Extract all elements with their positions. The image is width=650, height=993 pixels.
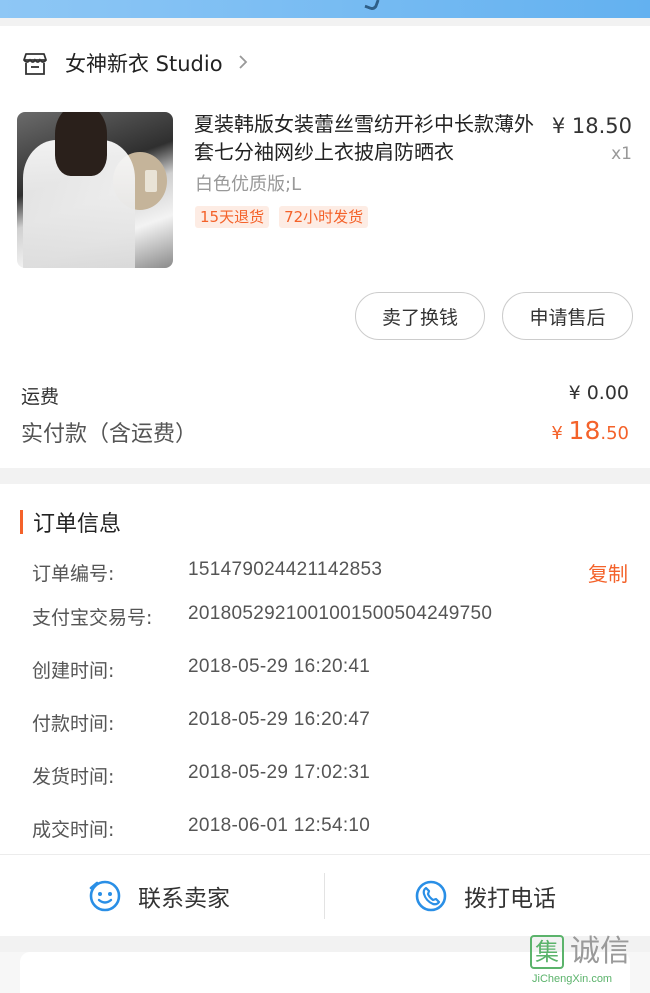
shop-row[interactable]: 女神新衣 Studio — [0, 26, 650, 102]
info-value: 2018-05-29 16:20:47 — [188, 709, 371, 730]
info-key: 付款时间: — [32, 713, 115, 735]
order-info-title: 订单信息 — [20, 506, 121, 538]
accent-bar — [20, 510, 23, 534]
call-phone-label: 拨打电话 — [464, 886, 556, 912]
info-row-order-number: 订单编号: 151479024421142853 — [32, 559, 632, 587]
product-price: ¥ 18.50 — [551, 114, 632, 138]
info-value: 2018-05-29 17:02:31 — [188, 762, 371, 783]
shop-name: 女神新衣 Studio — [65, 52, 223, 76]
paid-decimal: .50 — [600, 423, 629, 444]
call-phone-button[interactable]: 拨打电话 — [414, 855, 556, 937]
paid-integer: 18 — [568, 416, 601, 445]
contact-seller-label: 联系卖家 — [138, 886, 230, 912]
watermark-logo: 集 — [530, 935, 564, 969]
info-key: 成交时间: — [32, 819, 115, 841]
shipping-label: 运费 — [21, 386, 60, 408]
phone-icon — [415, 880, 447, 912]
site-watermark: 集 诚信 JiChengXin.com — [530, 935, 648, 991]
header-glyph — [364, 0, 380, 12]
chevron-right-icon — [239, 55, 248, 69]
copy-button[interactable]: 复制 — [588, 558, 628, 587]
info-value: 2018052921001001500504249750 — [188, 603, 493, 624]
info-value: 2018-06-01 12:54:10 — [188, 815, 371, 836]
info-row-paid: 付款时间: 2018-05-29 16:20:47 — [32, 709, 632, 737]
info-value: 2018-05-29 16:20:41 — [188, 656, 371, 677]
paid-currency: ¥ — [551, 423, 569, 444]
info-row-created: 创建时间: 2018-05-29 16:20:41 — [32, 656, 632, 684]
order-info-card: 订单信息 订单编号: 151479024421142853 复制 支付宝交易号:… — [0, 484, 650, 854]
order-card: 女神新衣 Studio 夏装韩版女装蕾丝雪纺开衫中长款薄外套七分袖网纱上衣披肩防… — [0, 26, 650, 468]
info-row-alipay-number: 支付宝交易号: 2018052921001001500504249750 — [32, 603, 632, 631]
contact-seller-button[interactable]: 联系卖家 — [88, 855, 230, 937]
shop-icon — [23, 53, 47, 75]
product-quantity: x1 — [611, 144, 632, 164]
product-spec: 白色优质版;L — [195, 174, 302, 195]
product-tags: 15天退货 72小时发货 — [195, 206, 369, 228]
top-header-strip — [0, 0, 650, 18]
product-thumbnail[interactable] — [17, 112, 173, 268]
tag-shipping: 72小时发货 — [279, 206, 369, 228]
contact-actions-bar: 联系卖家 拨打电话 — [0, 854, 650, 936]
paid-label: 实付款（含运费） — [21, 422, 198, 447]
order-info-heading: 订单信息 — [33, 512, 122, 537]
watermark-text: 诚信 — [570, 934, 630, 969]
info-key: 创建时间: — [32, 660, 115, 682]
chat-icon — [89, 880, 121, 912]
info-row-completed: 成交时间: 2018-06-01 12:54:10 — [32, 815, 632, 843]
after-sales-button[interactable]: 申请售后 — [502, 292, 633, 340]
paid-amount: ¥ 18.50 — [551, 416, 629, 445]
tag-return: 15天退货 — [195, 206, 270, 228]
watermark-url: JiChengXin.com — [532, 973, 613, 985]
actions-divider — [324, 873, 325, 919]
shipping-value: ¥ 0.00 — [568, 382, 629, 404]
info-key: 订单编号: — [32, 563, 115, 585]
info-row-shipped: 发货时间: 2018-05-29 17:02:31 — [32, 762, 632, 790]
sell-for-cash-button[interactable]: 卖了换钱 — [355, 292, 485, 340]
info-key: 发货时间: — [32, 766, 115, 788]
info-key: 支付宝交易号: — [32, 607, 153, 629]
info-value: 151479024421142853 — [188, 559, 383, 580]
product-title[interactable]: 夏装韩版女装蕾丝雪纺开衫中长款薄外套七分袖网纱上衣披肩防晒衣 — [194, 110, 544, 166]
